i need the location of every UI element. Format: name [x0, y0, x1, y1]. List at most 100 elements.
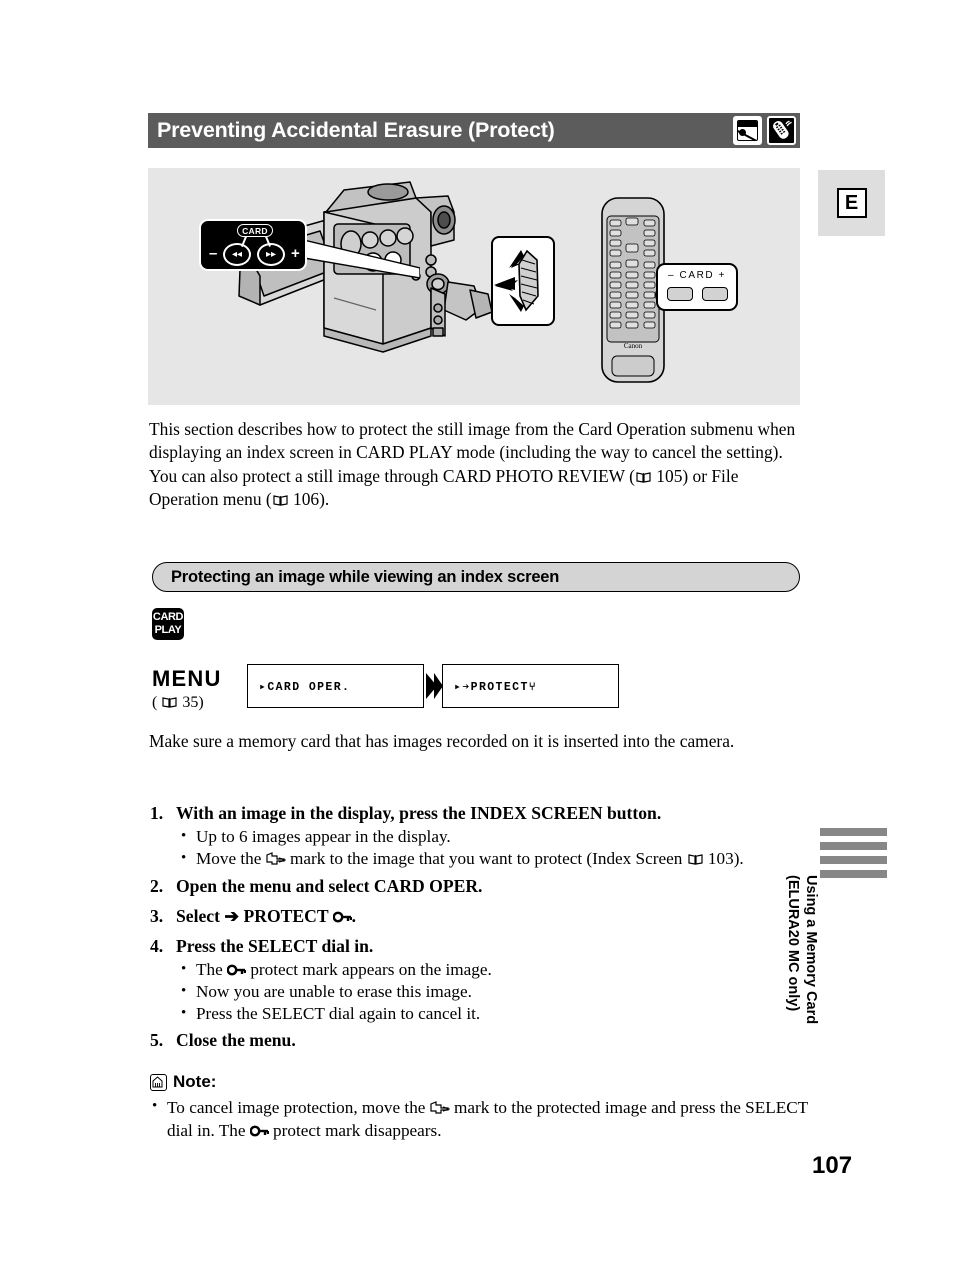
- step-1-bullet-2-a: Move the: [196, 849, 262, 868]
- rewind-button-icon: ◂◂: [223, 243, 251, 266]
- step-3-title-c: .: [351, 906, 357, 926]
- page-title-bar: Preventing Accidental Erasure (Protect): [148, 113, 800, 148]
- step-2: 2. Open the menu and select CARD OPER.: [150, 875, 810, 897]
- step-3-title-a: Select: [176, 906, 220, 926]
- tab-bar: [820, 828, 887, 836]
- menu-screen-card-oper-text: ▸CARD OPER.: [259, 680, 351, 694]
- step-4-bullet-1-a: The: [196, 960, 223, 979]
- tab-bar: [820, 856, 887, 864]
- menu-ref-close: ): [198, 694, 204, 711]
- card-plus-label: +: [291, 245, 300, 262]
- page-reference-icon: [162, 695, 177, 708]
- page-reference-icon: [688, 849, 703, 865]
- hand-pointer-icon: [430, 1097, 451, 1114]
- step-5-heading: 5. Close the menu.: [150, 1029, 810, 1051]
- step-4: 4. Press the SELECT dial in. The protect …: [150, 935, 810, 1025]
- note-text-a: To cancel image protection, move the: [167, 1098, 426, 1117]
- step-3: 3. Select ➔ PROTECT .: [150, 905, 810, 927]
- step-4-heading: 4. Press the SELECT dial in.: [150, 935, 810, 957]
- step-1-bullet-2-b: mark to the image that you want to prote…: [290, 849, 683, 868]
- remote-card-buttons-callout: – CARD +: [656, 263, 738, 311]
- step-1: 1. With an image in the display, press th…: [150, 802, 810, 870]
- list-item: Now you are unable to erase this image.: [150, 980, 810, 1003]
- page-reference-icon: [273, 489, 288, 506]
- callout-leader-line-lcd: [304, 239, 420, 279]
- card-minus-label: –: [209, 245, 218, 262]
- step-2-number: 2.: [150, 876, 164, 896]
- illustration-panel: CARD – ◂◂ ▸▸ + Canon – CARD +: [148, 168, 800, 405]
- note-icon: [150, 1073, 167, 1091]
- remote-card-label: – CARD +: [667, 270, 727, 281]
- intro-p2-part-c: ).: [319, 488, 330, 509]
- right-arrow-icon: ➔: [224, 906, 240, 926]
- step-1-heading: 1. With an image in the display, press th…: [150, 802, 810, 824]
- intro-p2-part-a: You can also protect a still image throu…: [149, 465, 635, 486]
- menu-ref-open: (: [152, 694, 158, 711]
- title-icon-group: [733, 116, 796, 145]
- step-2-title: Open the menu and select CARD OPER.: [176, 876, 483, 896]
- note-title-label: Note:: [173, 1072, 217, 1091]
- select-dial-callout: [491, 236, 555, 326]
- menu-label: MENU: [152, 666, 222, 691]
- protect-key-icon: [332, 906, 352, 923]
- list-item: Move the mark to the image that you want…: [150, 847, 810, 870]
- edition-marker-box: E: [818, 170, 885, 236]
- step-3-title-b: PROTECT: [243, 906, 329, 926]
- wireless-controller-icon: [767, 116, 796, 145]
- list-item: To cancel image protection, move the mar…: [150, 1095, 810, 1142]
- protect-key-icon: [226, 960, 247, 976]
- edition-marker-letter: E: [836, 188, 867, 218]
- intro-paragraph-1: This section describes how to protect th…: [149, 419, 796, 463]
- card-label: CARD: [237, 224, 273, 237]
- step-1-bullet-2-c: ).: [733, 849, 744, 868]
- menu-screen-protect-text: ▸➔PROTECT⑂: [454, 680, 538, 694]
- step-3-heading: 3. Select ➔ PROTECT .: [150, 905, 810, 927]
- svg-text:Canon: Canon: [624, 342, 643, 350]
- step-4-bullet-1-b: protect mark appears on the image.: [250, 960, 492, 979]
- chapter-side-label-line2: (ELURA20 MC only): [785, 875, 801, 1012]
- tab-bar: [820, 842, 887, 850]
- card-play-mode-badge: CARD PLAY: [152, 608, 184, 640]
- step-5-number: 5.: [150, 1030, 164, 1050]
- protect-key-icon: [249, 1120, 269, 1137]
- lcd-card-buttons-callout: CARD – ◂◂ ▸▸ +: [199, 219, 307, 271]
- menu-screen-card-oper[interactable]: ▸CARD OPER.: [247, 664, 424, 708]
- step-3-number: 3.: [150, 906, 164, 926]
- note-text-c: protect mark disappears.: [273, 1121, 442, 1140]
- subsection-header-label: Protecting an image while viewing an ind…: [171, 567, 560, 586]
- list-item: Press the SELECT dial again to cancel it…: [150, 1002, 810, 1025]
- card-play-badge-line2: PLAY: [154, 624, 182, 636]
- remote-card-plus-button: [702, 287, 728, 301]
- list-item: The protect mark appears on the image.: [150, 958, 810, 981]
- step-1-bullet-2-page: 103: [707, 849, 734, 868]
- step-4-bullets: The protect mark appears on the image. N…: [150, 958, 810, 1025]
- page-number: 107: [812, 1152, 853, 1179]
- note-list: To cancel image protection, move the mar…: [150, 1095, 810, 1142]
- menu-flow-arrow-icon: [426, 673, 443, 699]
- menu-screen-protect[interactable]: ▸➔PROTECT⑂: [442, 664, 619, 708]
- preparation-text: Make sure a memory card that has images …: [149, 731, 735, 751]
- remote-card-minus-button: [667, 287, 693, 301]
- forward-button-icon: ▸▸: [257, 243, 285, 266]
- intro-p2-page-1: 105: [656, 465, 683, 486]
- intro-p2-page-2: 106: [293, 488, 320, 509]
- page-reference-icon: [636, 466, 651, 483]
- menu-page-reference: ( 35): [152, 694, 204, 712]
- step-5: 5. Close the menu.: [150, 1029, 810, 1051]
- note-heading: Note:: [150, 1072, 810, 1092]
- chapter-side-label-line1: Using a Memory Card: [803, 875, 819, 1025]
- menu-ref-page: 35: [182, 694, 199, 711]
- step-1-title: With an image in the display, press the …: [176, 803, 662, 823]
- step-1-number: 1.: [150, 803, 164, 823]
- intro-paragraphs: This section describes how to protect th…: [149, 418, 809, 511]
- memory-card-icon: [733, 116, 762, 145]
- list-item: Up to 6 images appear in the display.: [150, 825, 810, 848]
- card-play-badge-line1: CARD: [152, 611, 184, 623]
- step-1-bullets: Up to 6 images appear in the display. Mo…: [150, 825, 810, 870]
- step-4-title: Press the SELECT dial in.: [176, 936, 374, 956]
- hand-pointer-icon: [266, 849, 287, 865]
- step-2-heading: 2. Open the menu and select CARD OPER.: [150, 875, 810, 897]
- note-block: Note: To cancel image protection, move t…: [150, 1072, 810, 1142]
- subsection-header: Protecting an image while viewing an ind…: [152, 562, 800, 592]
- intro-paragraph-2: You can also protect a still image throu…: [149, 465, 809, 512]
